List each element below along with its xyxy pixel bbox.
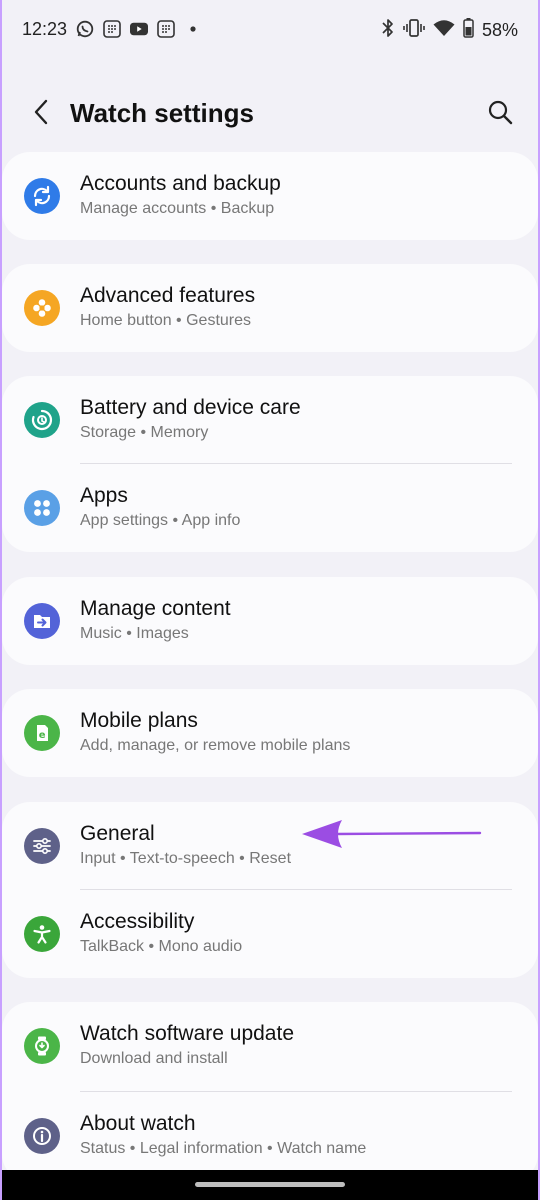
- watch-update-icon: [24, 1028, 60, 1064]
- menu-item-title: Watch software update: [80, 1022, 294, 1045]
- status-bar: 12:23 58%: [0, 0, 540, 62]
- search-button[interactable]: [482, 94, 518, 130]
- wifi-icon: [433, 19, 455, 42]
- battery-percentage: 58%: [481, 20, 518, 40]
- menu-item-title: Mobile plans: [80, 709, 198, 732]
- settings-card-accounts: Accounts and backup Manage accounts • Ba…: [2, 152, 538, 240]
- search-icon: [488, 100, 513, 125]
- menu-item-advanced-features[interactable]: Advanced features Home button • Gestures: [2, 264, 538, 352]
- settings-card-watch-info: Watch software update Download and insta…: [2, 1002, 538, 1182]
- whatsapp-icon: [76, 20, 94, 38]
- sync-icon: [24, 178, 60, 214]
- accessibility-icon: [24, 916, 60, 952]
- menu-item-subtitle: Add, manage, or remove mobile plans: [80, 737, 351, 754]
- status-notification-icons: [76, 20, 202, 38]
- folder-arrow-icon: [24, 603, 60, 639]
- screen-edge-left: [0, 0, 2, 1200]
- menu-item-watch-software-update[interactable]: Watch software update Download and insta…: [2, 1002, 538, 1090]
- back-arrow-icon: [34, 99, 48, 125]
- vibrate-icon: [403, 18, 425, 43]
- menu-item-manage-content[interactable]: Manage content Music • Images: [2, 577, 538, 665]
- youtube-icon: [130, 20, 148, 38]
- menu-item-title: Advanced features: [80, 284, 256, 307]
- settings-card-advanced: Advanced features Home button • Gestures: [2, 264, 538, 352]
- menu-item-subtitle: Status • Legal information • Watch name: [80, 1140, 367, 1157]
- menu-item-subtitle: Storage • Memory: [80, 424, 209, 441]
- device-care-icon: [24, 402, 60, 438]
- menu-item-title: Apps: [80, 484, 128, 507]
- menu-item-title: Accounts and backup: [80, 172, 281, 195]
- menu-item-title: About watch: [80, 1112, 196, 1135]
- battery-icon: [463, 18, 474, 43]
- menu-item-subtitle: Music • Images: [80, 625, 189, 642]
- menu-item-title: General: [80, 822, 155, 845]
- menu-item-subtitle: Home button • Gestures: [80, 312, 252, 329]
- menu-item-subtitle: Manage accounts • Backup: [80, 200, 275, 217]
- menu-item-apps[interactable]: Apps App settings • App info: [2, 464, 538, 552]
- menu-item-battery-and-device-care[interactable]: Battery and device care Storage • Memory: [2, 376, 538, 464]
- grid-app-icon: [103, 20, 121, 38]
- menu-item-title: Accessibility: [80, 910, 195, 933]
- back-button[interactable]: [24, 94, 60, 130]
- svg-text:e: e: [39, 730, 46, 741]
- sliders-icon: [24, 828, 60, 864]
- settings-card-content: Manage content Music • Images: [2, 577, 538, 665]
- settings-card-battery-apps: Battery and device care Storage • Memory…: [2, 376, 538, 552]
- page-title: Watch settings: [70, 98, 254, 128]
- menu-item-subtitle: Download and install: [80, 1050, 228, 1067]
- apps-grid-icon: [24, 490, 60, 526]
- bluetooth-icon: [381, 18, 395, 43]
- screen: 12:23 58% Watch settings Accounts and ba…: [0, 0, 540, 1200]
- menu-item-mobile-plans[interactable]: e Mobile plans Add, manage, or remove mo…: [2, 689, 538, 777]
- grid-app-icon: [157, 20, 175, 38]
- info-icon: [24, 1118, 60, 1154]
- menu-item-subtitle: App settings • App info: [80, 512, 241, 529]
- home-gesture-handle[interactable]: [195, 1182, 345, 1187]
- annotation-arrow-icon: [302, 820, 482, 848]
- menu-item-accounts-and-backup[interactable]: Accounts and backup Manage accounts • Ba…: [2, 152, 538, 240]
- status-system-icons: 58%: [381, 18, 518, 43]
- navigation-bar: [0, 1170, 540, 1200]
- menu-item-subtitle: Input • Text-to-speech • Reset: [80, 850, 292, 867]
- flower-gear-icon: [24, 290, 60, 326]
- dot-icon: [184, 20, 202, 38]
- menu-item-title: Manage content: [80, 597, 231, 620]
- esim-icon: e: [24, 715, 60, 751]
- app-bar: Watch settings: [0, 78, 540, 150]
- menu-item-about-watch[interactable]: About watch Status • Legal information •…: [2, 1092, 538, 1180]
- menu-item-accessibility[interactable]: Accessibility TalkBack • Mono audio: [2, 890, 538, 978]
- settings-card-mobile-plans: e Mobile plans Add, manage, or remove mo…: [2, 689, 538, 777]
- menu-item-subtitle: TalkBack • Mono audio: [80, 938, 243, 955]
- status-time: 12:23: [22, 19, 68, 39]
- menu-item-title: Battery and device care: [80, 396, 301, 419]
